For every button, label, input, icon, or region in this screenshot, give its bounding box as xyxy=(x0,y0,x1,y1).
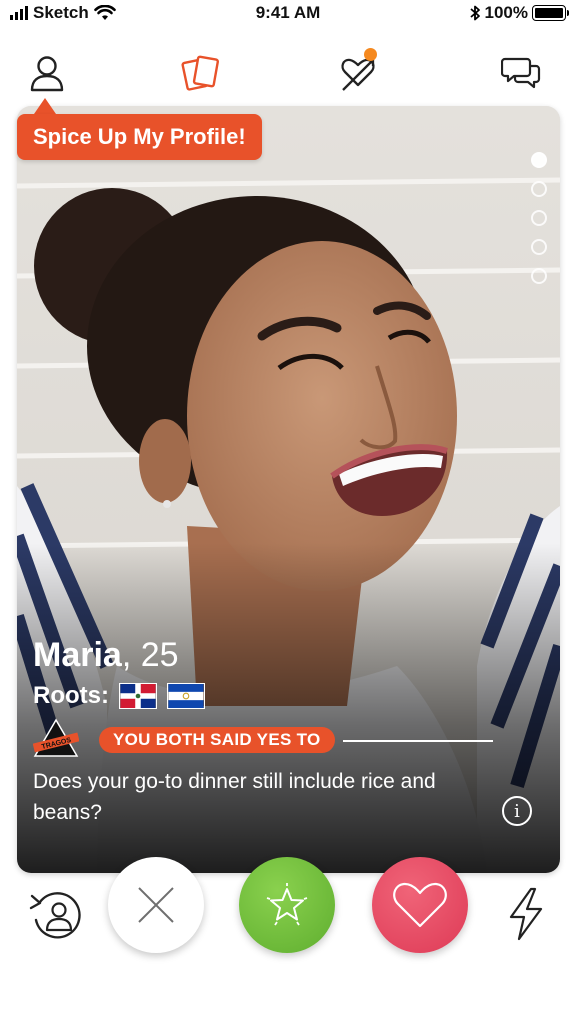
roots-label: Roots: xyxy=(33,682,109,709)
profile-card[interactable]: Maria, 25 Roots: TRAGOS YOU BOTH SAID YE… xyxy=(17,106,560,873)
agreement-pill: YOU BOTH SAID YES TO xyxy=(99,727,335,753)
bluetooth-icon xyxy=(469,5,480,21)
roots-row: Roots: xyxy=(33,682,205,710)
photo-dot-1[interactable] xyxy=(531,152,547,168)
boost-button[interactable] xyxy=(500,886,550,942)
cards-icon xyxy=(181,55,219,91)
agreement-row: TRAGOS YOU BOTH SAID YES TO xyxy=(33,718,543,760)
battery-icon xyxy=(532,5,569,21)
spice-up-profile-button[interactable]: Spice Up My Profile! xyxy=(17,114,262,160)
photo-dot-4[interactable] xyxy=(531,239,547,255)
status-bar: Sketch 9:41 AM 100% xyxy=(0,0,576,26)
matches-nav-button[interactable] xyxy=(335,48,381,96)
super-like-button[interactable] xyxy=(239,857,335,953)
question-text: Does your go-to dinner still include ric… xyxy=(33,770,436,824)
lightning-icon xyxy=(509,887,543,941)
heart-icon xyxy=(393,882,447,928)
close-icon xyxy=(138,887,174,923)
tragos-badge-icon: TRAGOS xyxy=(33,718,79,757)
cards-nav-button[interactable] xyxy=(178,50,224,96)
rewind-icon xyxy=(29,892,81,939)
photo-indicator xyxy=(531,152,547,284)
profile-nav-button[interactable] xyxy=(24,50,70,96)
callout-pointer xyxy=(34,98,56,114)
chat-nav-button[interactable] xyxy=(498,50,544,96)
photo-dot-5[interactable] xyxy=(531,268,547,284)
battery-percent: 100% xyxy=(484,3,528,22)
info-icon: i xyxy=(514,800,520,822)
photo-dot-3[interactable] xyxy=(531,210,547,226)
el-salvador-flag xyxy=(166,683,205,709)
notification-dot xyxy=(364,48,377,61)
agreement-divider xyxy=(343,740,493,742)
profile-name-age: Maria, 25 xyxy=(33,636,179,675)
profile-name: Maria xyxy=(33,636,122,674)
chat-icon xyxy=(501,57,541,89)
profile-age: , 25 xyxy=(121,636,179,674)
photo-dot-2[interactable] xyxy=(531,181,547,197)
rewind-button[interactable] xyxy=(26,888,84,940)
star-icon xyxy=(266,883,308,926)
dominican-republic-flag xyxy=(118,683,157,709)
profile-icon xyxy=(30,56,64,92)
info-button[interactable]: i xyxy=(502,796,532,826)
nope-button[interactable] xyxy=(108,857,204,953)
like-button[interactable] xyxy=(372,857,468,953)
